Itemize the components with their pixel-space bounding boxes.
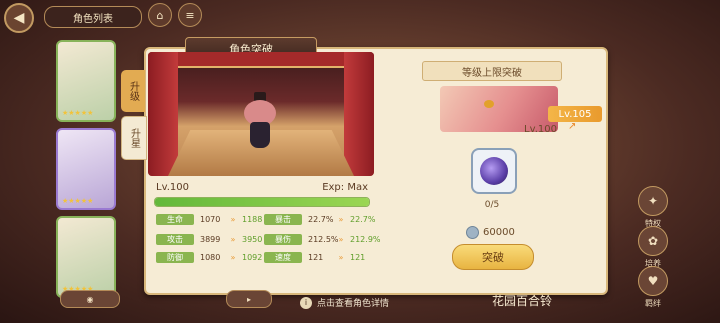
breakthrough-material-slot[interactable] — [471, 148, 517, 194]
menu-train[interactable]: ✿ 培养 — [636, 226, 670, 269]
stat-from: 212.5% — [308, 234, 339, 244]
stat-from: 121 — [308, 252, 324, 262]
cost-value: 60000 — [483, 227, 515, 238]
stat-to: 121 — [350, 252, 366, 262]
character-card[interactable]: ★★★★★ — [56, 216, 116, 298]
star-rating: ★★★★★ — [62, 109, 94, 117]
chevron-right-icon: » — [230, 252, 236, 262]
stat-atk: 攻击 3899 » 3950 — [156, 233, 268, 245]
chevron-right-icon: » — [338, 234, 344, 244]
character-model — [240, 92, 280, 150]
tab-star-up[interactable]: 升星 — [121, 116, 147, 160]
stage-curtain-top — [148, 52, 374, 68]
stat-label: 暴击 — [264, 213, 302, 225]
star-rating: ★★★★★ — [62, 197, 94, 205]
stat-to: 22.7% — [350, 214, 376, 224]
stat-def: 防御 1080 » 1092 — [156, 251, 268, 263]
hint-label: 点击查看角色详情 — [317, 299, 390, 309]
material-orb-icon — [480, 157, 508, 185]
stat-label: 生命 — [156, 213, 194, 225]
info-icon: i — [300, 296, 312, 309]
chevron-right-icon: » — [338, 214, 344, 224]
stat-label: 暴伤 — [264, 233, 302, 245]
train-icon: ✿ — [638, 226, 668, 256]
stat-hp: 生命 1070 » 1188 — [156, 213, 268, 225]
home-icon[interactable]: ⌂ — [148, 3, 172, 27]
breakthrough-title: 等级上限突破 — [422, 61, 562, 81]
character-card[interactable]: ★★★★★ — [56, 40, 116, 122]
character-card[interactable]: ★★★★★ — [56, 128, 116, 210]
stat-crit-dmg: 暴伤 212.5% » 212.9% — [264, 233, 381, 245]
privilege-icon: ✦ — [638, 186, 668, 216]
level-row: Lv.100 Exp: Max — [156, 182, 368, 196]
stat-label: 攻击 — [156, 233, 194, 245]
stat-from: 22.7% — [308, 214, 334, 224]
new-level-cap: Lv.105 — [548, 106, 602, 122]
stat-from: 3899 — [200, 234, 221, 244]
menu-privilege[interactable]: ✦ 特权 — [636, 186, 670, 229]
stat-label: 防御 — [156, 251, 194, 263]
stage-curtain-right — [344, 52, 374, 176]
hint-text: i 点击查看角色详情 — [300, 296, 389, 309]
character-name: 花园百合铃 — [492, 294, 553, 308]
old-level-cap: Lv.100 — [524, 124, 557, 135]
gold-cost: 60000 — [466, 226, 515, 239]
tab-upgrade[interactable]: 升级 — [121, 70, 145, 112]
current-level: Lv.100 — [156, 182, 189, 193]
exp-bar-fill — [155, 198, 369, 206]
chevron-right-icon: » — [230, 234, 236, 244]
arrow-up-icon: ↗ — [568, 121, 577, 132]
bond-icon: ♥ — [638, 266, 668, 296]
stat-label: 速度 — [264, 251, 302, 263]
material-count: 0/5 — [484, 200, 500, 210]
coin-icon — [466, 226, 479, 239]
stat-from: 1080 — [200, 252, 221, 262]
stat-speed: 速度 121 » 121 — [264, 251, 376, 263]
chevron-right-icon: » — [338, 252, 344, 262]
stat-crit: 暴击 22.7% » 22.7% — [264, 213, 376, 225]
bottom-mid-button[interactable]: ▸ — [226, 290, 272, 308]
exp-bar — [154, 197, 370, 207]
bottom-left-button[interactable]: ◉ — [60, 290, 120, 308]
back-button[interactable]: ◀ — [4, 3, 34, 33]
character-list: ★★★★★ ★★★★★ ★★★★★ — [56, 40, 116, 300]
menu-icon[interactable]: ≡ — [178, 3, 202, 27]
character-list-tab[interactable]: 角色列表 — [44, 6, 142, 28]
stat-from: 1070 — [200, 214, 221, 224]
exp-label: Exp: Max — [322, 182, 368, 193]
stat-to: 212.9% — [350, 234, 381, 244]
breakthrough-button[interactable]: 突破 — [452, 244, 534, 270]
character-stage — [148, 52, 374, 176]
menu-bond[interactable]: ♥ 羁绊 — [636, 266, 670, 309]
menu-label: 羁绊 — [645, 299, 661, 308]
stage-curtain-left — [148, 52, 178, 176]
chevron-right-icon: » — [230, 214, 236, 224]
